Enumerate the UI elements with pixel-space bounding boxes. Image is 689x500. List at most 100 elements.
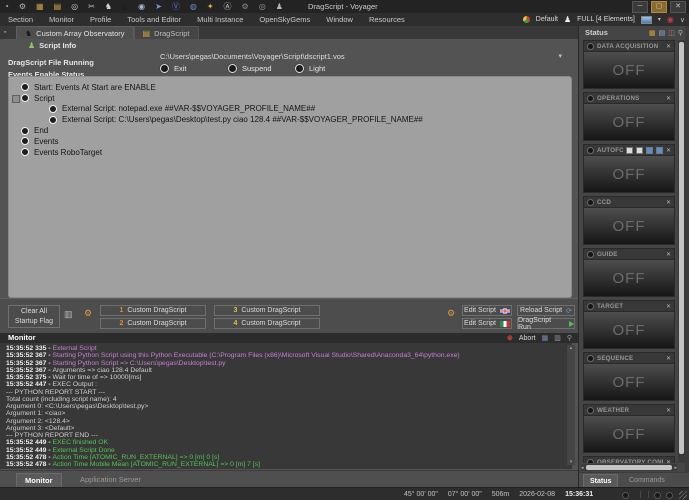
edit-script-it-button[interactable]: Edit Script <box>462 318 512 329</box>
tree-item-events-robotarget[interactable]: Events RoboTarget <box>9 147 571 158</box>
tab-application-server[interactable]: Application Server <box>72 473 149 486</box>
autofocus-graph-icon[interactable] <box>656 147 663 154</box>
log-scrollbar[interactable]: ▴▾ <box>567 345 575 465</box>
close-icon[interactable]: ✕ <box>666 355 671 362</box>
tree-item-start[interactable]: Start: Events At Start are ENABLE <box>9 82 571 93</box>
radio-exit-icon[interactable] <box>160 64 169 73</box>
close-icon[interactable]: ✕ <box>666 407 671 414</box>
chess-icon[interactable]: ♞ <box>105 0 112 13</box>
scroll-left-icon[interactable]: ◂ <box>581 465 584 471</box>
gear-right-icon[interactable]: ⚙ <box>447 308 455 319</box>
web-icon[interactable]: ◍ <box>190 0 197 13</box>
tree-item-end[interactable]: End <box>9 125 571 136</box>
autofocus-tool-icon[interactable] <box>636 147 643 154</box>
menu-monitor[interactable]: Monitor <box>41 15 82 24</box>
maximize-button[interactable]: ▢ <box>651 1 667 13</box>
record-icon[interactable]: ◎ <box>259 0 266 13</box>
trash-icon[interactable]: ▥ <box>64 309 73 320</box>
tree-item-external-script-2[interactable]: External Script: C:\Users\pegas\Desktop\… <box>9 114 571 125</box>
custom-dragscript-1-button[interactable]: 1 Custom DragScript <box>100 305 206 316</box>
tab-dragscript[interactable]: ▤ DragScript <box>134 26 199 39</box>
expander-icon[interactable] <box>12 95 20 103</box>
gear-icon[interactable]: ⚙ <box>19 0 26 13</box>
menu-multi-instance[interactable]: Multi Instance <box>189 15 251 24</box>
voyager-icon[interactable]: Ⓥ <box>172 0 180 13</box>
tab-strip-icon[interactable]: ▪ <box>4 29 6 36</box>
display-caret-icon[interactable]: ▾ <box>658 16 661 23</box>
scroll-down-icon[interactable]: ▾ <box>570 459 573 465</box>
autofocus-graph-icon[interactable] <box>646 147 653 154</box>
close-button[interactable]: ✕ <box>670 1 686 13</box>
clear-startup-flag-button[interactable]: Clear All Startup Flag <box>8 305 60 328</box>
pin-icon[interactable]: ⚲ <box>567 334 572 342</box>
tree-item-external-script-1[interactable]: External Script: notepad.exe ##VAR-$$VOY… <box>9 104 571 115</box>
tab-custom-array-observatory[interactable]: ♞ Custom Array Observatory <box>16 26 134 39</box>
sidebar-hscrollbar[interactable]: ◂▸ <box>581 464 677 471</box>
clear-log-icon[interactable]: ▥ <box>554 334 561 342</box>
script-info-label[interactable]: Script Info <box>39 41 76 50</box>
radio-light[interactable]: Light <box>295 64 325 73</box>
sidebar-scrollbar[interactable] <box>678 40 685 463</box>
folder-icon[interactable]: ▤ <box>54 0 62 13</box>
gallery-icon[interactable]: ▦ <box>36 0 44 13</box>
tab-status[interactable]: Status <box>583 474 618 488</box>
chevron-down-icon[interactable]: ∨ <box>680 16 685 24</box>
menu-section[interactable]: Section <box>0 15 41 24</box>
dragscript-run-button[interactable]: DragScript Run <box>517 318 575 329</box>
settings-icon[interactable]: ⚙ <box>242 0 249 13</box>
tree-item-events[interactable]: Events <box>9 136 571 147</box>
scroll-up-icon[interactable]: ▴ <box>570 345 573 351</box>
pin-icon[interactable]: ⚲ <box>678 29 683 37</box>
window-icon[interactable]: ▦ <box>542 334 549 342</box>
close-icon[interactable]: ✕ <box>666 95 671 102</box>
hscroll-thumb[interactable] <box>586 465 673 470</box>
tab-commands[interactable]: Commands <box>623 474 671 487</box>
menu-openskygems[interactable]: OpenSkyGems <box>251 15 318 24</box>
close-icon[interactable]: ✕ <box>666 43 671 50</box>
radio-exit[interactable]: Exit <box>160 64 187 73</box>
layout-icon[interactable]: ◫ <box>668 29 675 37</box>
abort-label[interactable]: Abort <box>519 335 536 342</box>
gear-left-icon[interactable]: ⚙ <box>84 308 92 319</box>
custom-dragscript-3-button[interactable]: 3 Custom DragScript <box>214 305 320 316</box>
radio-light-icon[interactable] <box>295 64 304 73</box>
tab-monitor[interactable]: Monitor <box>16 473 62 487</box>
stop-icon[interactable]: ◉ <box>667 15 674 24</box>
array-mode-label[interactable]: FULL [4 Elements] <box>577 16 635 23</box>
close-icon[interactable]: ✕ <box>666 251 671 258</box>
clock-icon[interactable]: ◔ <box>4 0 9 13</box>
scrollbar-thumb[interactable] <box>679 42 684 454</box>
reload-script-button[interactable]: Reload Script ⟳ <box>517 305 575 316</box>
tree-item-script[interactable]: Script <box>9 93 571 104</box>
close-icon[interactable]: ✕ <box>666 459 671 464</box>
close-icon[interactable]: ✕ <box>666 303 671 310</box>
calendar-icon[interactable]: ▦ <box>649 29 656 37</box>
minimize-button[interactable]: ─ <box>632 1 648 13</box>
close-icon[interactable]: ✕ <box>666 199 671 206</box>
file-path-value[interactable]: C:\Users\pegas\Documents\Voyager\Script\… <box>160 52 345 61</box>
save-icon[interactable]: ▤ <box>659 29 666 37</box>
display-icon[interactable] <box>641 16 652 24</box>
scroll-right-icon[interactable]: ▸ <box>674 465 677 471</box>
menu-resources[interactable]: Resources <box>361 15 413 24</box>
scissors-icon[interactable]: ✂ <box>88 0 95 13</box>
menu-tools-editor[interactable]: Tools and Editor <box>119 15 189 24</box>
menu-window[interactable]: Window <box>318 15 361 24</box>
file-dropdown-icon[interactable]: ▾ <box>558 52 562 60</box>
radio-suspend[interactable]: Suspend <box>228 64 272 73</box>
custom-dragscript-4-button[interactable]: 4 Custom DragScript <box>214 318 320 329</box>
autofocus-tool-icon[interactable] <box>626 147 633 154</box>
user-icon[interactable]: ♟ <box>276 0 283 13</box>
mount-icon[interactable]: ◣ <box>122 0 128 13</box>
close-icon[interactable]: ✕ <box>666 147 671 154</box>
abort-icon[interactable]: ⊗ <box>507 334 513 342</box>
menu-profile[interactable]: Profile <box>82 15 119 24</box>
profile-name[interactable]: Default <box>536 16 558 23</box>
binoculars-icon[interactable]: ◎ <box>71 0 78 13</box>
edit-script-en-button[interactable]: Edit Script <box>462 305 512 316</box>
run-icon[interactable]: ➤ <box>155 0 162 13</box>
radio-suspend-icon[interactable] <box>228 64 237 73</box>
language-icon[interactable]: Ⓐ <box>224 0 232 13</box>
eye-icon[interactable]: ◉ <box>138 0 145 13</box>
custom-dragscript-2-button[interactable]: 2 Custom DragScript <box>100 318 206 329</box>
